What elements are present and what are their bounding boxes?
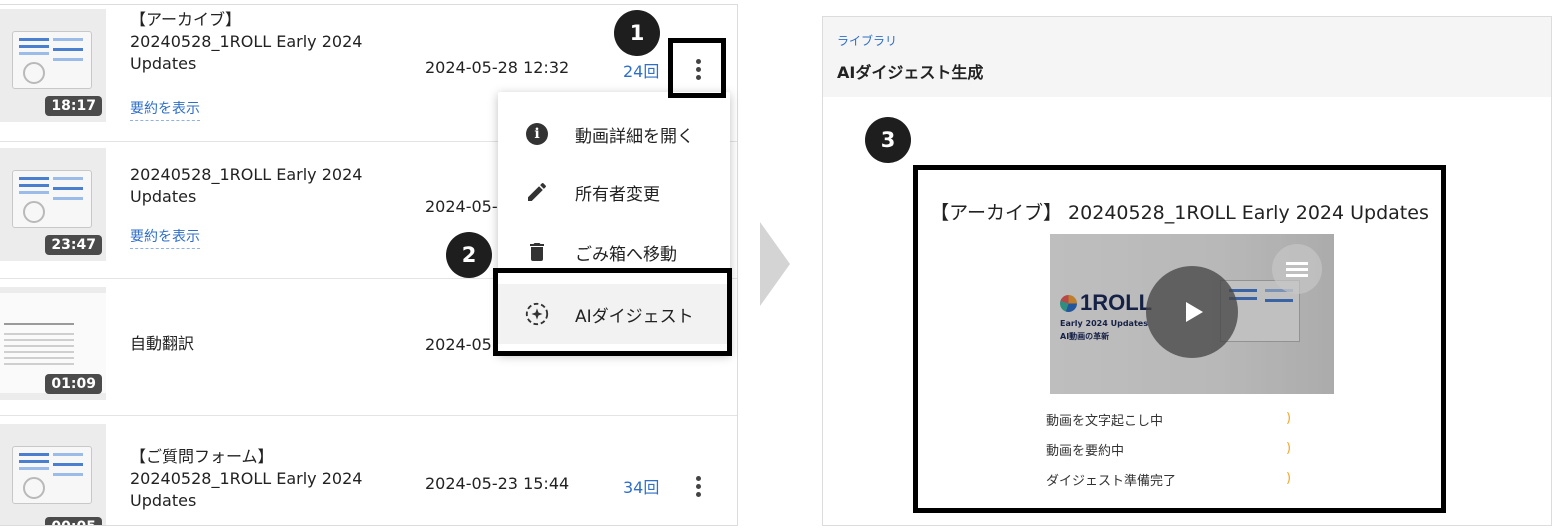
video-title[interactable]: 自動翻訳: [130, 333, 194, 355]
play-icon: [1185, 302, 1203, 322]
progress-step-transcribe: 動画を文字起こし中: [1046, 414, 1164, 429]
upload-date: 2024-05-2: [425, 197, 508, 216]
menu-item-change-owner[interactable]: 所有者変更: [498, 162, 730, 222]
video-title[interactable]: 【ご質問フォーム】 20240528_1ROLL Early 2024 Upda…: [130, 446, 362, 512]
show-summary-link[interactable]: 要約を表示: [130, 226, 200, 249]
view-count[interactable]: 34回: [623, 474, 659, 498]
duration-badge: 00:05: [45, 517, 102, 525]
duration-badge: 23:47: [45, 235, 102, 255]
breadcrumb[interactable]: ライブラリ: [837, 32, 897, 49]
video-thumbnail[interactable]: 01:09: [0, 287, 106, 400]
panel-header: ライブラリ AIダイジェスト生成: [823, 17, 1551, 97]
ai-digest-panel: ライブラリ AIダイジェスト生成 3 【アーカイブ】 20240528_1ROL…: [822, 16, 1552, 526]
play-button[interactable]: [1146, 266, 1238, 358]
loading-spinner-icon: ): [1286, 411, 1292, 426]
progress-step-ready: ダイジェスト準備完了: [1046, 474, 1177, 489]
more-options-icon[interactable]: [688, 471, 708, 501]
upload-date: 2024-05: [425, 335, 492, 354]
video-thumbnail[interactable]: 23:47: [0, 148, 106, 261]
show-summary-link[interactable]: 要約を表示: [130, 98, 200, 121]
video-thumbnail[interactable]: 00:05: [0, 424, 106, 525]
menu-item-open-details[interactable]: i 動画詳細を開く: [498, 104, 730, 164]
progress-step-summarize: 動画を要約中: [1046, 444, 1125, 459]
highlight-more-options: [668, 38, 726, 98]
upload-date: 2024-05-28 12:32: [425, 58, 570, 77]
thumbnail-image: [12, 31, 92, 89]
loading-spinner-icon: ): [1286, 441, 1292, 456]
info-icon: i: [524, 121, 550, 147]
thumbnail-image: [12, 170, 92, 228]
video-thumbnail[interactable]: 18:17: [0, 9, 106, 122]
page-title: AIダイジェスト生成: [837, 63, 984, 82]
duration-badge: 01:09: [45, 374, 102, 394]
transition-arrow-icon: [760, 222, 790, 306]
video-title: 【アーカイブ】 20240528_1ROLL Early 2024 Update…: [930, 202, 1429, 224]
video-player[interactable]: 1ROLL Early 2024 Updates AI動画の革新: [1050, 234, 1334, 394]
step-badge-3: 3: [865, 117, 911, 163]
loading-spinner-icon: ): [1286, 471, 1292, 486]
highlight-ai-digest: [493, 268, 732, 356]
pencil-icon: [524, 179, 550, 205]
thumbnail-image: [12, 446, 92, 504]
table-row[interactable]: 00:05 【ご質問フォーム】 20240528_1ROLL Early 202…: [0, 416, 737, 525]
step-badge-2: 2: [446, 232, 492, 278]
chapter-list-icon[interactable]: [1272, 244, 1322, 294]
view-count[interactable]: 24回: [623, 58, 659, 82]
upload-date: 2024-05-23 15:44: [425, 474, 570, 493]
trash-icon: [524, 239, 550, 265]
video-title[interactable]: 【アーカイブ】 20240528_1ROLL Early 2024 Update…: [130, 9, 362, 75]
duration-badge: 18:17: [45, 96, 102, 116]
step-badge-1: 1: [614, 10, 660, 56]
video-title[interactable]: 20240528_1ROLL Early 2024 Updates: [130, 164, 362, 208]
ai-digest-card: 【アーカイブ】 20240528_1ROLL Early 2024 Update…: [913, 165, 1446, 513]
